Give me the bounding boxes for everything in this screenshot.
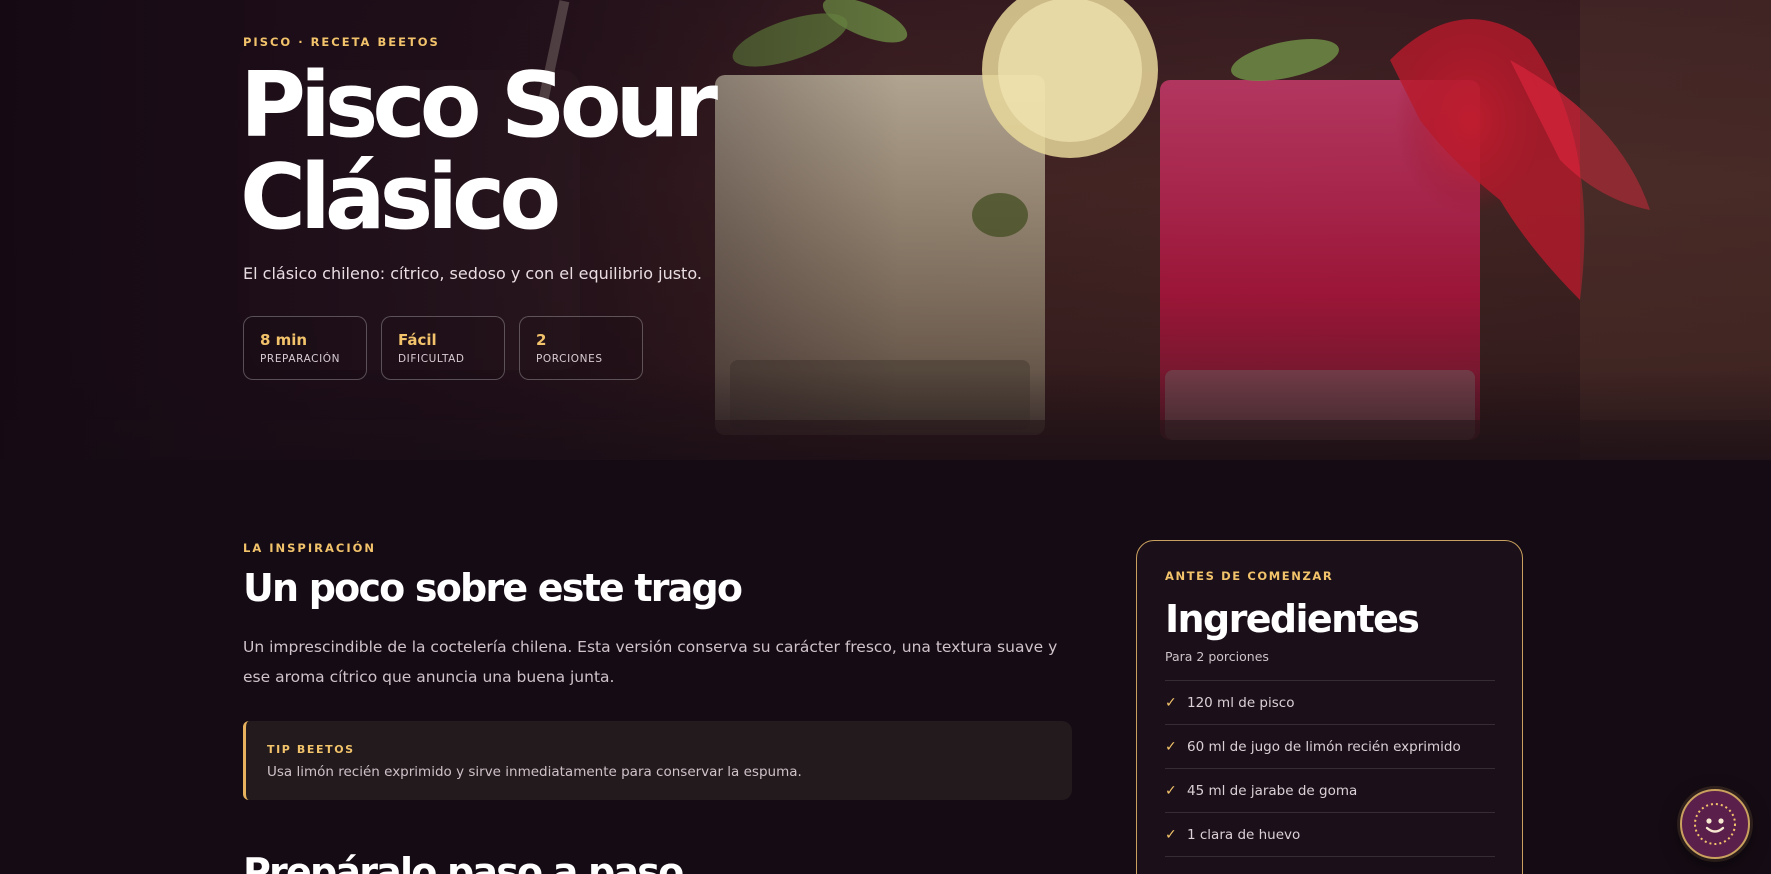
stat-label: PREPARACIÓN [260, 353, 341, 365]
stat-label: PORCIONES [536, 353, 603, 365]
tip-box: TIP BEETOS Usa limón recién exprimido y … [243, 721, 1072, 800]
ingredient-text: 60 ml de jugo de limón recién exprimido [1187, 738, 1461, 755]
chat-assistant-button[interactable] [1680, 789, 1750, 859]
ingredients-subtitle: Para 2 porciones [1165, 649, 1269, 664]
check-icon: ✓ [1165, 782, 1177, 799]
inspiration-title: Un poco sobre este trago [243, 566, 743, 610]
check-icon: ✓ [1165, 826, 1177, 843]
ingredients-card: ANTES DE COMENZAR Ingredientes Para 2 po… [1136, 540, 1523, 874]
check-icon: ✓ [1165, 738, 1177, 755]
ingredients-list: ✓ 120 ml de pisco ✓ 60 ml de jugo de lim… [1165, 680, 1495, 857]
stat-value: 2 [536, 331, 547, 349]
ingredient-text: 120 ml de pisco [1187, 694, 1295, 711]
ingredients-eyebrow: ANTES DE COMENZAR [1165, 569, 1334, 583]
smiley-face-icon [1694, 803, 1736, 845]
ingredients-title: Ingredientes [1165, 597, 1420, 641]
stat-prep-time: 8 min PREPARACIÓN [243, 316, 367, 380]
inspiration-text: Un imprescindible de la coctelería chile… [243, 638, 1058, 686]
ingredient-text: 45 ml de jarabe de goma [1187, 782, 1358, 799]
stat-value: Fácil [398, 331, 437, 349]
ingredient-text: 1 clara de huevo [1187, 826, 1301, 843]
tip-text: Usa limón recién exprimido y sirve inmed… [267, 764, 802, 780]
page-title: Pisco Sour Clásico [240, 60, 760, 244]
ingredient-item: ✓ 120 ml de pisco [1165, 681, 1495, 725]
stat-label: DIFICULTAD [398, 353, 465, 365]
stat-servings: 2 PORCIONES [519, 316, 643, 380]
page-title-line-2: Clásico [240, 145, 561, 250]
inspiration-eyebrow: LA INSPIRACIÓN [243, 541, 376, 555]
recipe-stats: 8 min PREPARACIÓN Fácil DIFICULTAD 2 POR… [243, 316, 643, 380]
ingredient-item: ✓ 60 ml de jugo de limón recién exprimid… [1165, 725, 1495, 769]
ingredient-item: ✓ 1 clara de huevo [1165, 813, 1495, 857]
stat-difficulty: Fácil DIFICULTAD [381, 316, 505, 380]
ingredient-item: ✓ 45 ml de jarabe de goma [1165, 769, 1495, 813]
hero-eyebrow: PISCO · RECETA BEETOS [243, 35, 440, 49]
page-title-line-1: Pisco Sour [240, 53, 718, 158]
steps-title: Prepáralo paso a paso [243, 850, 684, 874]
hero-fade [0, 370, 1771, 460]
hero: PISCO · RECETA BEETOS Pisco Sour Clásico… [0, 0, 1771, 460]
check-icon: ✓ [1165, 694, 1177, 711]
stat-value: 8 min [260, 331, 308, 349]
hero-subtitle: El clásico chileno: cítrico, sedoso y co… [243, 264, 702, 283]
tip-title: TIP BEETOS [267, 743, 355, 756]
